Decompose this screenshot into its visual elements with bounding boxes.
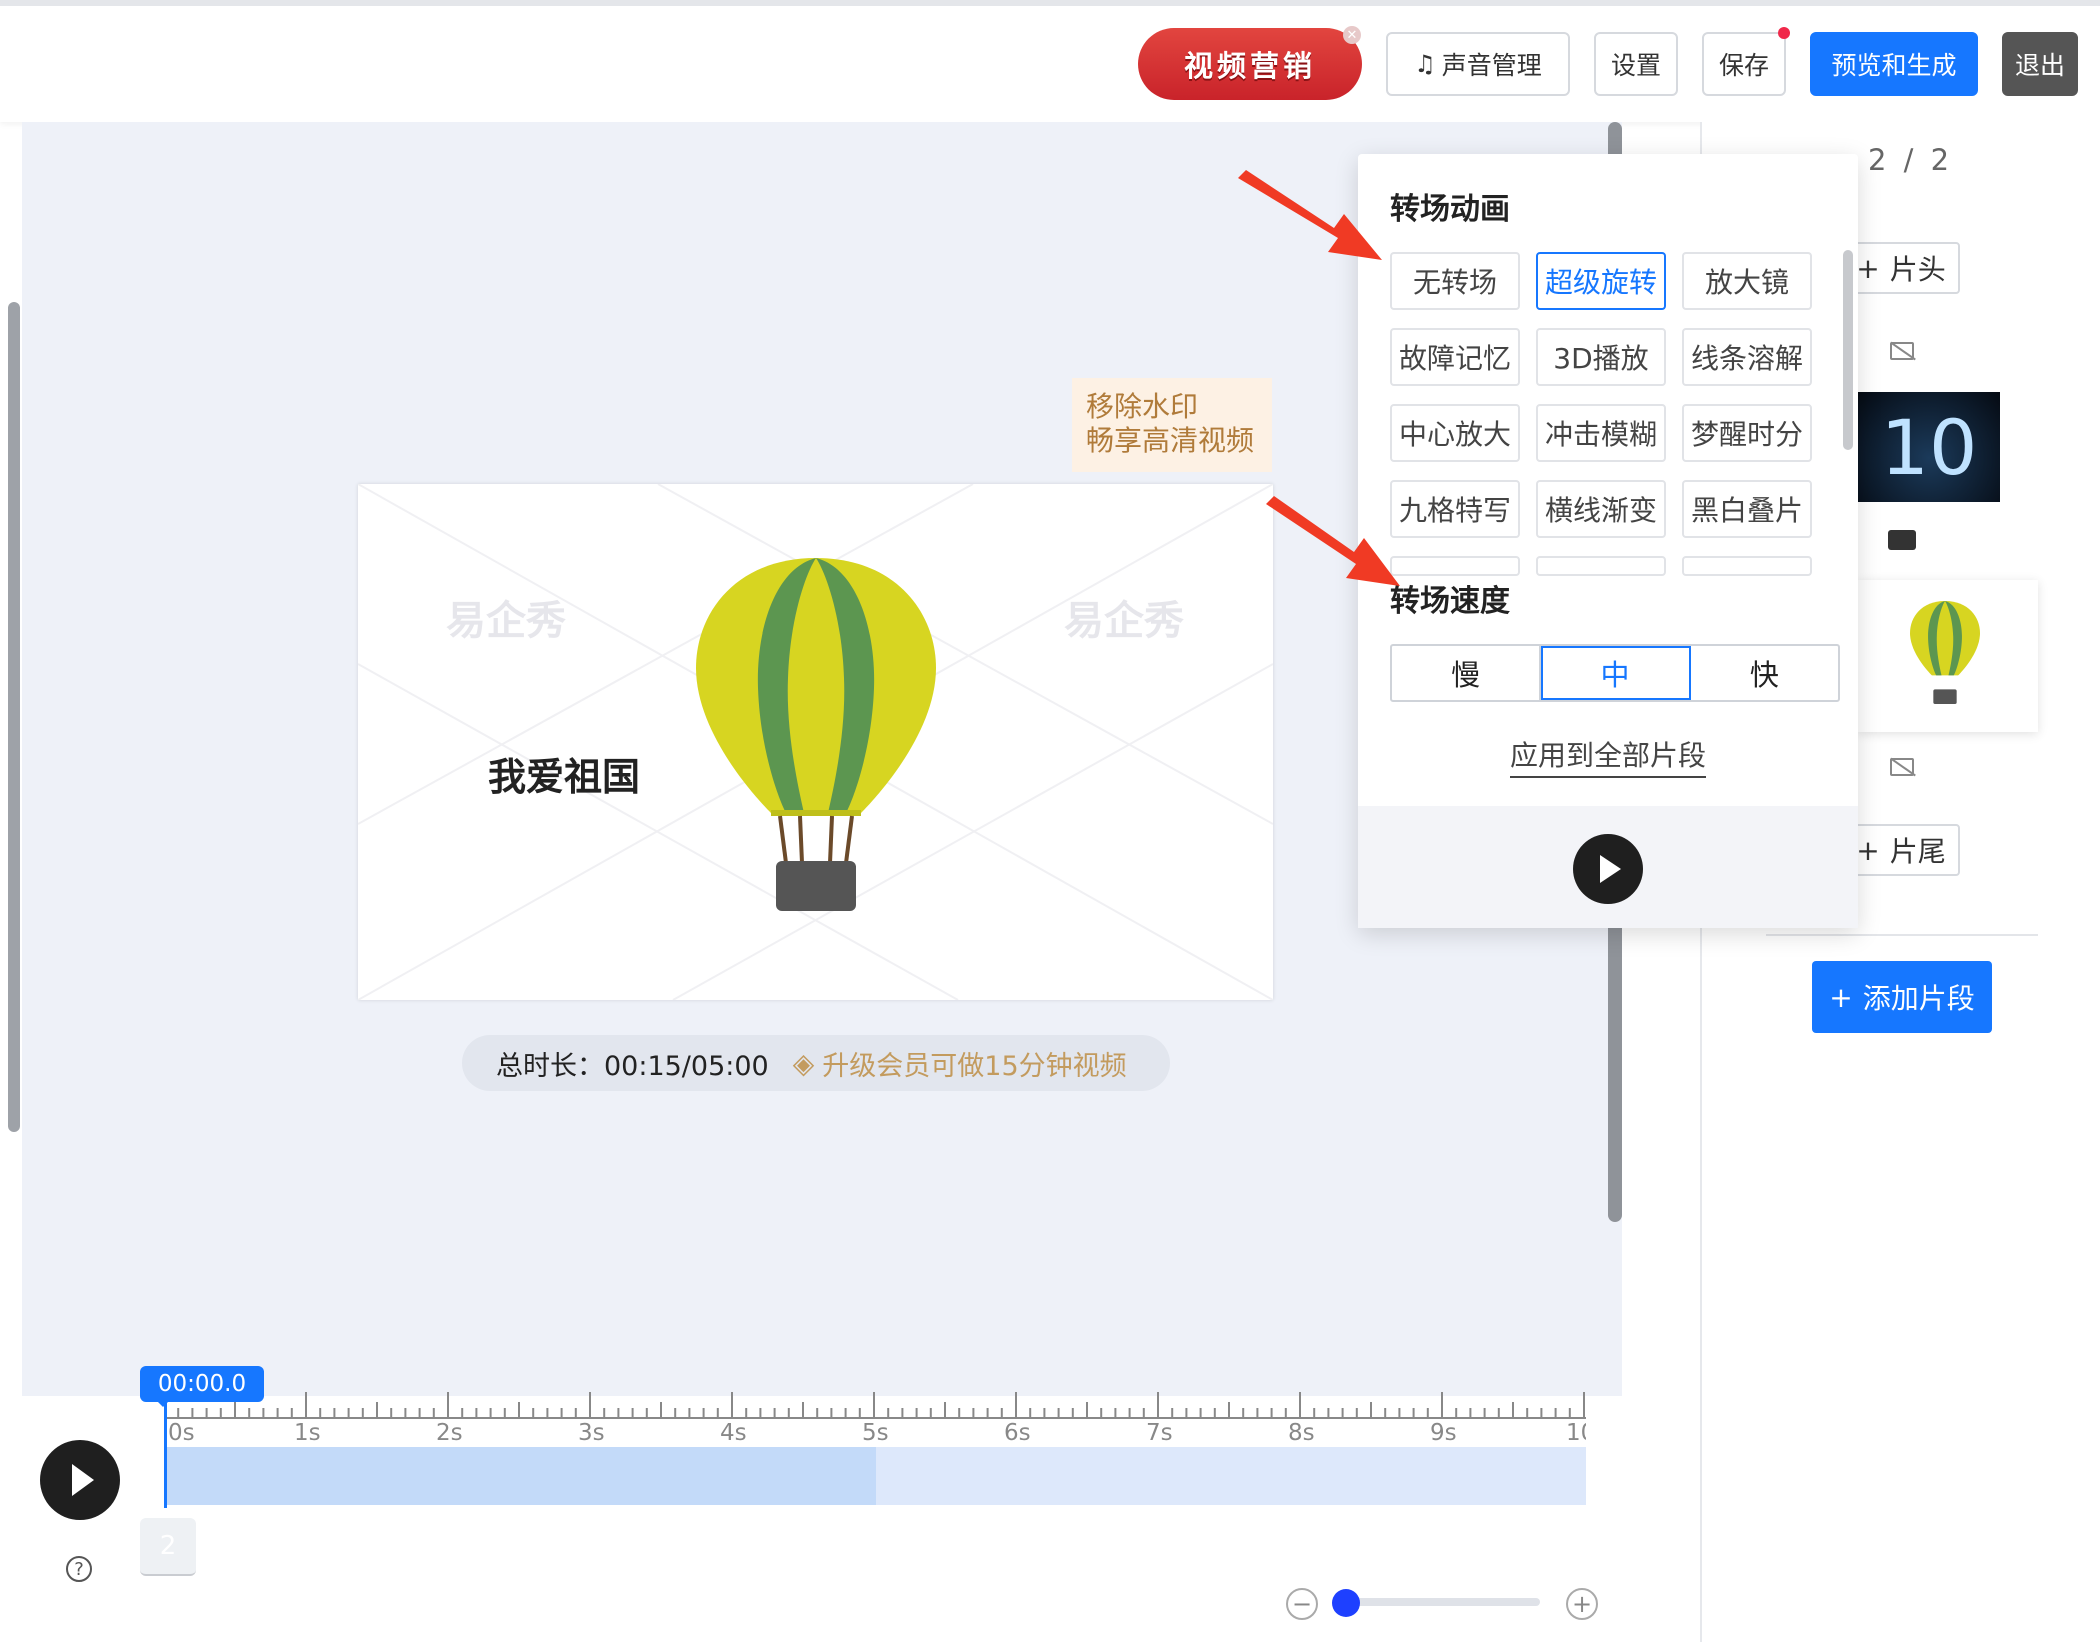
help-icon[interactable]: ? [66, 1556, 92, 1582]
transition-option[interactable]: 冲击模糊 [1536, 404, 1666, 462]
tick-label: 0s [168, 1420, 195, 1446]
transition-option-clipped[interactable] [1682, 556, 1812, 576]
vip-line-2: 畅享高清视频 [1086, 424, 1255, 457]
plus-icon: + [1829, 980, 1853, 1014]
popup-scrollbar[interactable] [1843, 250, 1853, 450]
timeline-clip-segment[interactable] [166, 1447, 876, 1505]
transition-option[interactable]: 故障记忆 [1390, 328, 1520, 386]
speed-fast[interactable]: 快 [1691, 646, 1838, 700]
video-title-text[interactable]: 我爱祖国 [488, 746, 640, 801]
video-marketing-promo[interactable]: 视频营销 [1138, 28, 1362, 100]
speed-medium[interactable]: 中 [1541, 646, 1691, 700]
zoom-out-icon[interactable]: − [1286, 1588, 1318, 1620]
add-outro-button[interactable]: + 片尾 [1842, 824, 1960, 876]
tick-label: 9s [1430, 1420, 1457, 1446]
annotation-arrow-transition [1238, 170, 1382, 260]
intro-label: 片头 [1889, 253, 1946, 286]
transition-option[interactable]: 放大镜 [1682, 252, 1812, 310]
video-preview[interactable]: 易企秀 易企秀 我爱祖国 [358, 484, 1273, 1000]
save-button[interactable]: 保存 [1702, 32, 1786, 96]
diamond-icon: ◈ [792, 1046, 815, 1080]
no-transition-icon[interactable] [1890, 758, 1914, 776]
zoom-slider-handle[interactable] [1332, 1589, 1360, 1617]
sound-management-button[interactable]: ♫ 声音管理 [1386, 32, 1570, 96]
transition-switch-icon[interactable] [1888, 530, 1916, 550]
add-clip-label: 添加片段 [1862, 982, 1975, 1015]
transition-option[interactable]: 线条溶解 [1682, 328, 1812, 386]
transition-option[interactable]: 3D播放 [1536, 328, 1666, 386]
timeline-play-button[interactable] [40, 1440, 120, 1520]
transition-option[interactable]: 黑白叠片 [1682, 480, 1812, 538]
transition-option[interactable]: 横线渐变 [1536, 480, 1666, 538]
transition-preview-play-button[interactable] [1573, 834, 1643, 904]
vip-line-1: 移除水印 [1086, 390, 1199, 423]
page-indicator: 2 / 2 [1868, 143, 1954, 177]
thumbnail-text: 10 [1880, 402, 1978, 492]
settings-button[interactable]: 设置 [1594, 32, 1678, 96]
watermark-left: 易企秀 [446, 598, 566, 644]
left-scrollbar[interactable] [8, 302, 20, 1132]
remove-watermark-badge[interactable]: 移除水印 畅享高清视频 [1072, 378, 1272, 472]
timeline-ruler[interactable] [164, 1390, 1594, 1420]
transition-option[interactable]: 梦醒时分 [1682, 404, 1812, 462]
tick-label: 4s [720, 1420, 747, 1446]
add-intro-button[interactable]: + 片头 [1842, 242, 1960, 294]
tick-label: 7s [1146, 1420, 1173, 1446]
exit-button[interactable]: 退出 [2002, 32, 2078, 96]
tick-label: 10 [1566, 1420, 1586, 1446]
plus-icon: + [1856, 251, 1880, 285]
clip-thumbnail-1[interactable]: 10 [1858, 392, 2000, 502]
notification-dot [1778, 27, 1790, 39]
total-duration: 总时长：00:15/05:00 [496, 1050, 769, 1082]
playhead-time[interactable]: 00:00.0 [140, 1366, 264, 1407]
transition-option-active[interactable]: 超级旋转 [1536, 252, 1666, 310]
tick-label: 2s [436, 1420, 463, 1446]
clip-thumbnail-2[interactable] [1858, 580, 2038, 732]
zoom-slider-track[interactable] [1336, 1598, 1540, 1606]
tick-label: 5s [862, 1420, 889, 1446]
upgrade-member-link[interactable]: ◈ 升级会员可做15分钟视频 [793, 1044, 1127, 1083]
watermark-right: 易企秀 [1064, 598, 1184, 644]
transition-option-clipped[interactable] [1536, 556, 1666, 576]
balloon-thumbnail-icon [1910, 601, 1980, 704]
playhead-line[interactable] [164, 1400, 167, 1508]
upgrade-label: 升级会员可做15分钟视频 [822, 1050, 1127, 1082]
tick-label: 8s [1288, 1420, 1315, 1446]
add-clip-button[interactable]: + 添加片段 [1812, 961, 1992, 1033]
panel-divider [1766, 934, 2038, 936]
duration-bar: 总时长：00:15/05:00 ◈ 升级会员可做15分钟视频 [462, 1035, 1170, 1091]
speed-slow[interactable]: 慢 [1392, 646, 1542, 700]
speed-selector: 慢 中 快 [1390, 644, 1840, 702]
tick-label: 6s [1004, 1420, 1031, 1446]
zoom-in-icon[interactable]: + [1566, 1588, 1598, 1620]
transition-option[interactable]: 无转场 [1390, 252, 1520, 310]
apply-to-all-link[interactable]: 应用到全部片段 [1510, 734, 1707, 778]
tick-label: 3s [578, 1420, 605, 1446]
hot-air-balloon-image[interactable] [696, 558, 936, 928]
clip-number-badge[interactable]: 2 [140, 1518, 196, 1576]
no-transition-icon[interactable] [1890, 342, 1914, 360]
close-icon[interactable]: ✕ [1343, 26, 1361, 44]
preview-generate-button[interactable]: 预览和生成 [1810, 32, 1978, 96]
outro-label: 片尾 [1889, 835, 1946, 868]
tick-label: 1s [294, 1420, 321, 1446]
music-note-icon: ♫ [1414, 50, 1436, 78]
plus-icon: + [1856, 833, 1880, 867]
sound-management-label: 声音管理 [1441, 51, 1542, 80]
annotation-arrow-speed [1266, 496, 1400, 586]
transition-title: 转场动画 [1390, 192, 1510, 227]
transition-option[interactable]: 中心放大 [1390, 404, 1520, 462]
